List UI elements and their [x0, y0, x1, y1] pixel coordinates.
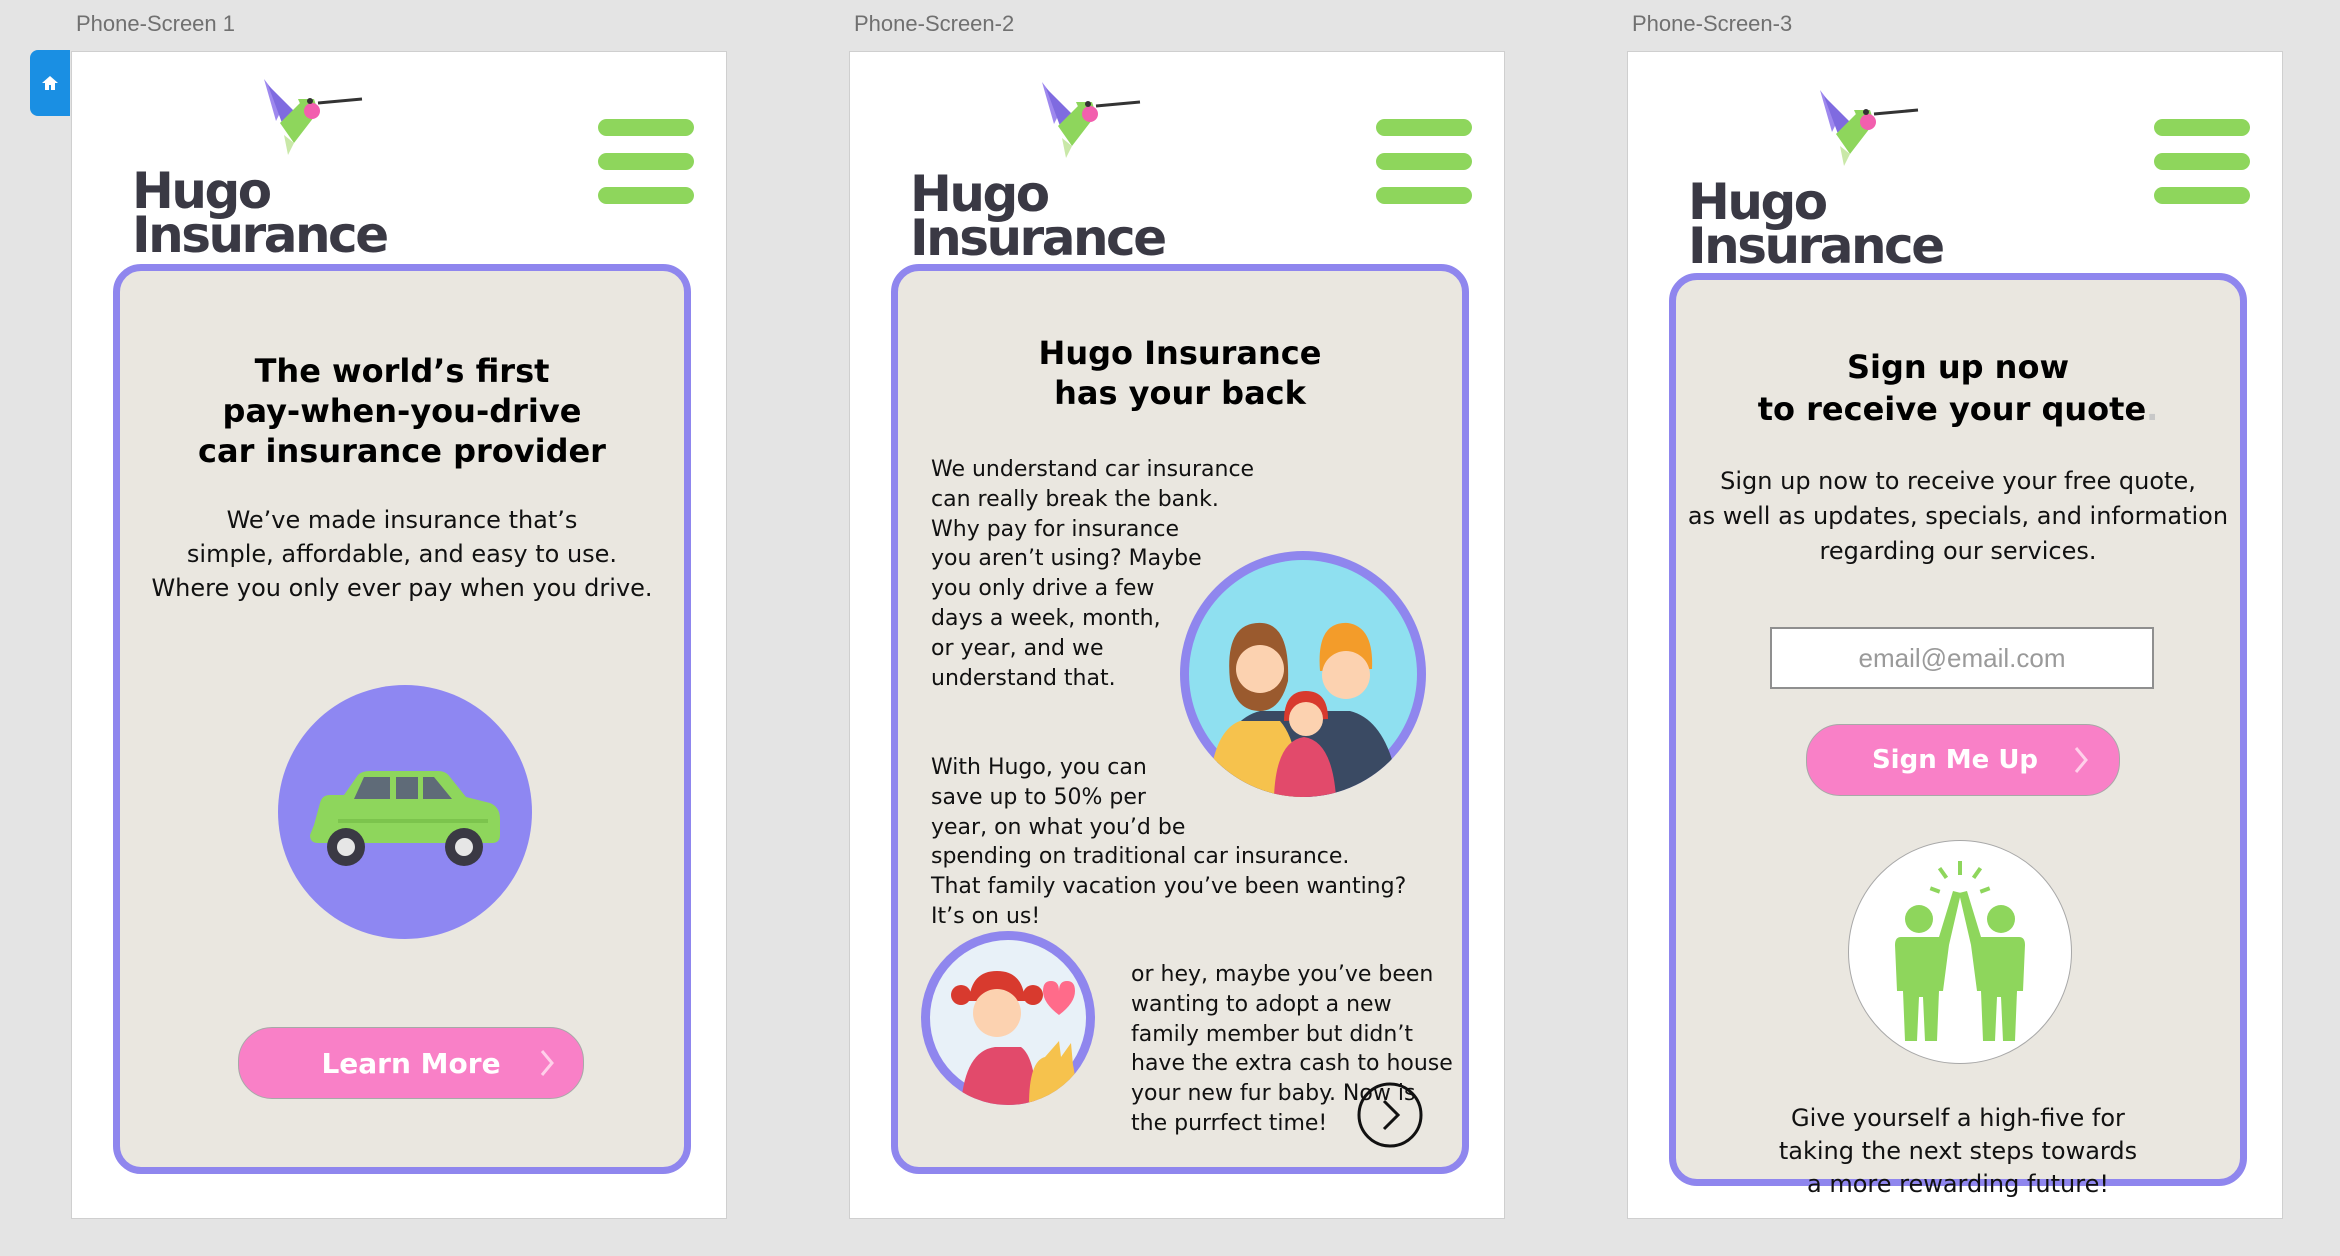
car-illustration: [278, 685, 532, 939]
next-arrow-button[interactable]: [1356, 1081, 1424, 1149]
hummingbird-icon: [1042, 82, 1141, 158]
content-card: Hugo Insurance has your back We understa…: [891, 264, 1469, 1174]
high-five-icon: [1895, 861, 2025, 1041]
email-input[interactable]: email@email.com: [1770, 627, 2154, 689]
hamburger-menu-button[interactable]: [1376, 119, 1472, 221]
signup-heading: Sign up now to receive your quote.: [1757, 348, 2159, 428]
hamburger-menu-button[interactable]: [598, 119, 694, 221]
home-icon: [42, 76, 58, 90]
hamburger-menu-button[interactable]: [2154, 119, 2250, 221]
pet-adoption-illustration: [921, 931, 1095, 1105]
artboard-label-3[interactable]: Phone-Screen-3: [1632, 11, 1792, 37]
home-tab[interactable]: [30, 50, 70, 116]
section-heading: Hugo Insurance has your back: [1038, 334, 1322, 412]
high-five-illustration: [1848, 840, 2072, 1064]
hummingbird-icon: [1820, 90, 1919, 166]
hummingbird-icon: [264, 79, 363, 155]
hero-description: We’ve made insurance that’s simple, affo…: [151, 506, 653, 602]
logo-word-insurance: Insurance: [1688, 217, 1945, 275]
phone-screen-3: Hugo Insurance Sign up now to receive yo…: [1627, 51, 2283, 1219]
chevron-right-icon: [540, 1050, 554, 1076]
phone-screen-2: Hugo Insurance Hugo Insurance has your b…: [849, 51, 1505, 1219]
learn-more-button[interactable]: Learn More: [238, 1027, 584, 1099]
email-placeholder: email@email.com: [1858, 642, 2066, 673]
hugo-logo[interactable]: Hugo Insurance: [910, 80, 1167, 263]
sign-me-up-button[interactable]: Sign Me Up: [1806, 724, 2120, 796]
sign-me-up-label: Sign Me Up: [1871, 745, 2039, 775]
chevron-right-icon: [2074, 747, 2088, 773]
content-card: Sign up now to receive your quote. Sign …: [1669, 273, 2247, 1198]
savings-paragraph: With Hugo, you can save up to 50% per ye…: [931, 755, 1407, 929]
learn-more-label: Learn More: [321, 1046, 501, 1080]
signup-description: Sign up now to receive your free quote, …: [1687, 467, 2229, 565]
girl-with-cat-icon: [930, 940, 1086, 1105]
artboard-label-2[interactable]: Phone-Screen-2: [854, 11, 1014, 37]
phone-screen-1: Hugo Insurance The world’s first pay-whe…: [71, 51, 727, 1219]
hero-heading: The world’s first pay-when-you-drive car…: [198, 352, 606, 470]
high-five-caption: Give yourself a high-five for taking the…: [1778, 1104, 2138, 1198]
car-icon: [310, 771, 500, 866]
artboard-label-1[interactable]: Phone-Screen 1: [76, 11, 235, 37]
content-card: The world’s first pay-when-you-drive car…: [113, 264, 691, 1174]
hugo-logo[interactable]: Hugo Insurance: [132, 77, 389, 260]
logo-word-insurance: Insurance: [910, 209, 1167, 267]
logo-word-insurance: Insurance: [132, 206, 389, 264]
hugo-logo[interactable]: Hugo Insurance: [1688, 88, 1945, 271]
